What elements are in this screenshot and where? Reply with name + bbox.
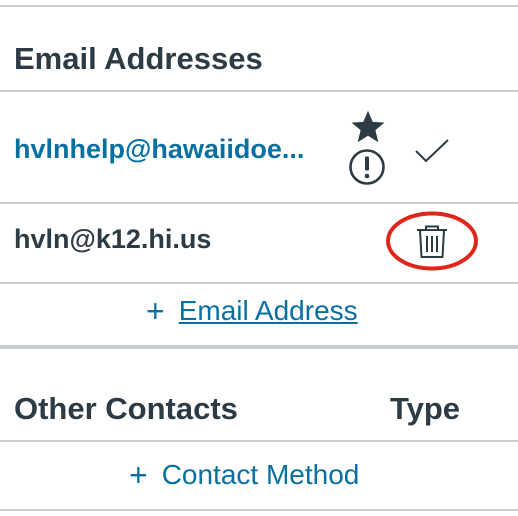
star-icon [351, 110, 385, 143]
checkmark-icon[interactable] [414, 138, 450, 164]
plus-icon: + [146, 293, 165, 329]
divider [0, 282, 518, 284]
contacts-section-heading: Other Contacts [14, 391, 238, 426]
email-section-heading: Email Addresses [14, 41, 263, 76]
email-address: hvln@k12.hi.us [14, 224, 212, 254]
alert-circle-icon [349, 149, 385, 185]
add-contact-method-link[interactable]: + Contact Method [129, 459, 359, 491]
divider [0, 202, 518, 204]
plus-icon: + [129, 457, 148, 493]
add-contact-method-label: Contact Method [161, 459, 360, 490]
divider [0, 440, 518, 442]
section-divider [0, 345, 518, 349]
add-email-address-link[interactable]: + Email Address [146, 295, 358, 327]
trash-icon[interactable] [415, 224, 449, 260]
divider [0, 90, 518, 92]
contacts-type-heading: Type [390, 391, 461, 426]
add-email-address-label: Email Address [178, 295, 358, 326]
email-link[interactable]: hvlnhelp@hawaiidoe... [14, 134, 304, 165]
divider-bottom [0, 509, 518, 511]
divider-top [0, 5, 518, 7]
